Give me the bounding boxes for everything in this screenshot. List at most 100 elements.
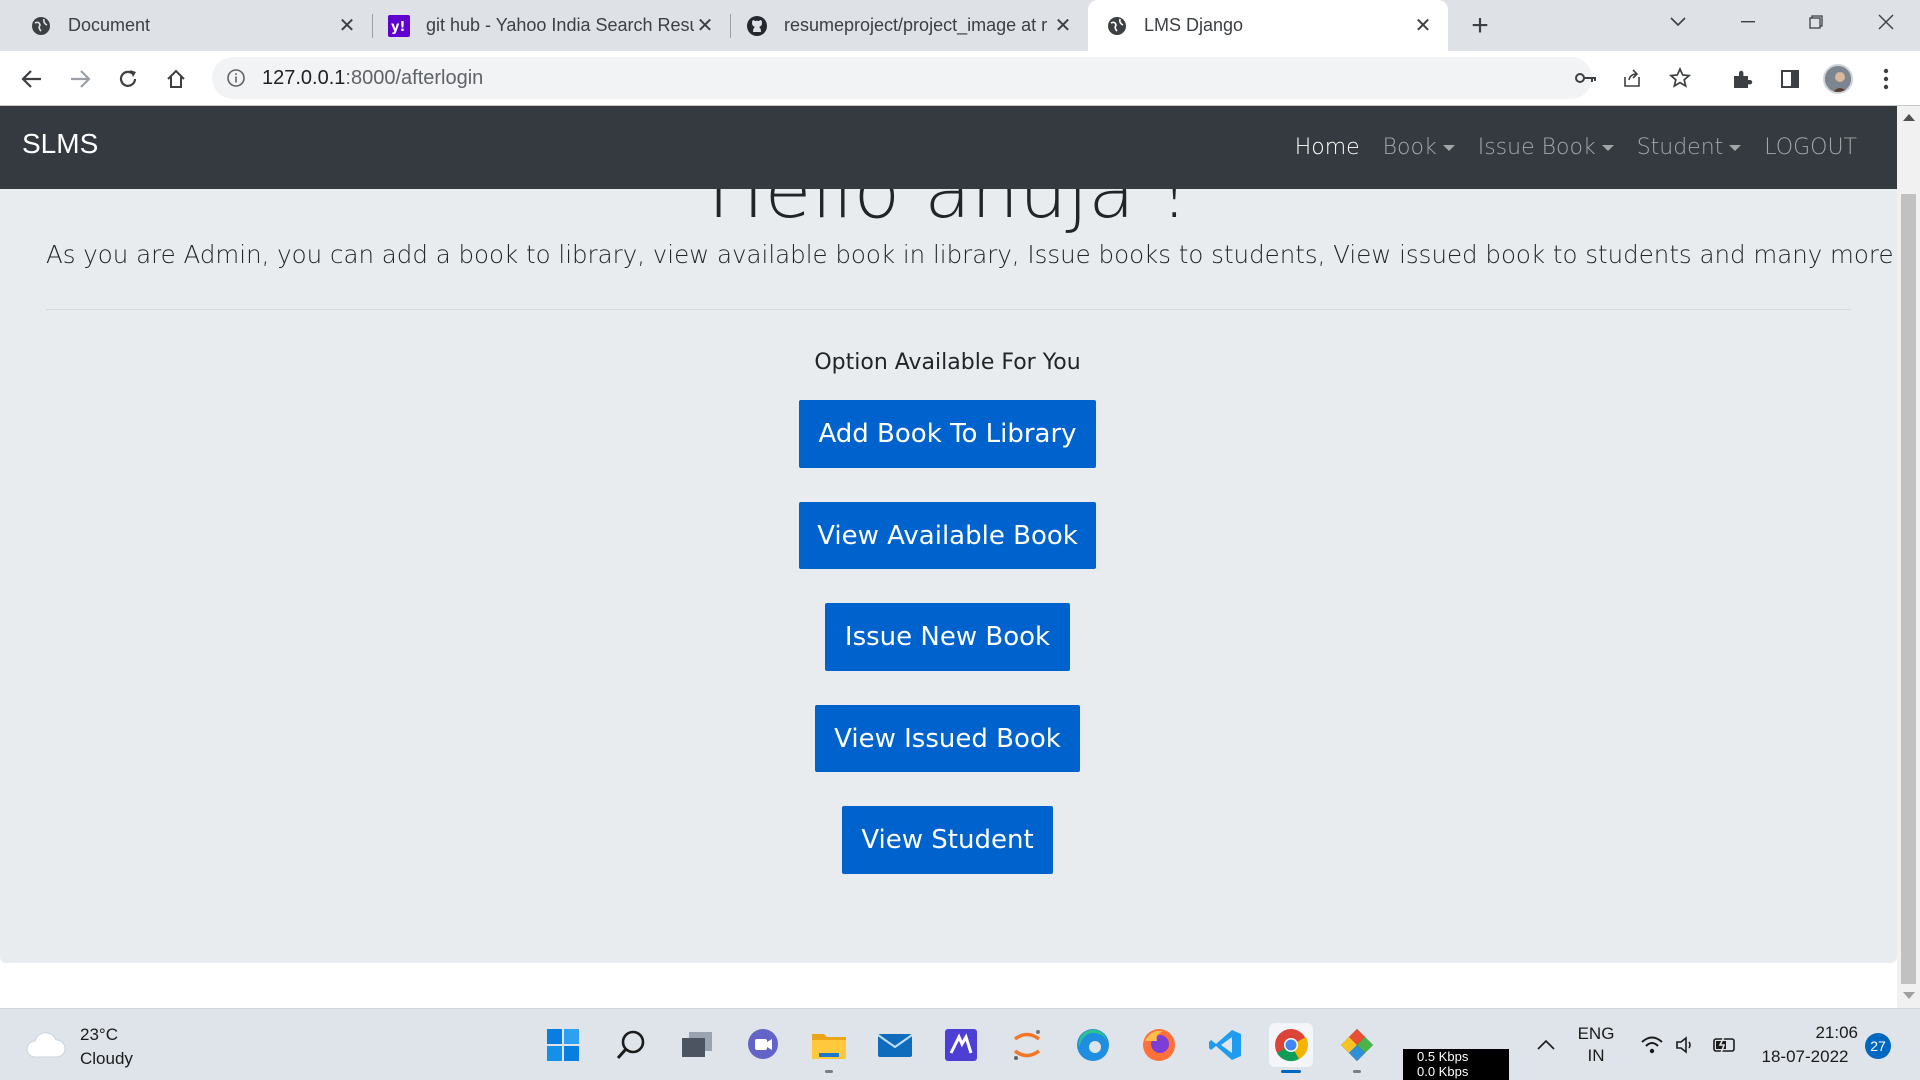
globe-icon — [30, 15, 52, 37]
nav-student-dropdown[interactable]: Student — [1637, 135, 1742, 160]
clock[interactable]: 21:06 18-07-2022 — [1752, 1009, 1858, 1080]
running-indicator — [825, 1070, 833, 1073]
nav-book-label: Book — [1382, 135, 1437, 160]
net-upload-speed: 0.5 Kbps — [1417, 1049, 1469, 1064]
scroll-up-arrow-icon[interactable] — [1903, 114, 1915, 121]
language-indicator[interactable]: ENG IN — [1568, 1009, 1624, 1080]
browser-toolbar: 127.0.0.1:8000/afterlogin — [0, 51, 1920, 106]
ide-icon[interactable] — [939, 1023, 983, 1067]
key-icon[interactable] — [1570, 62, 1602, 94]
jupyter-icon[interactable] — [1005, 1023, 1049, 1067]
scrollbar-thumb[interactable] — [1901, 194, 1916, 984]
file-explorer-icon[interactable] — [807, 1023, 851, 1073]
caret-down-icon — [1442, 144, 1455, 151]
nav-student-label: Student — [1636, 135, 1724, 160]
reload-button[interactable] — [112, 63, 144, 95]
tab-github[interactable]: resumeproject/project_image at r ✕ — [730, 0, 1088, 51]
brand-logo[interactable]: SLMS — [22, 128, 98, 160]
nav-home-link[interactable]: Home — [1295, 135, 1360, 160]
nav-issue-book-dropdown[interactable]: Issue Book — [1478, 135, 1614, 160]
chrome-menu-icon[interactable] — [1870, 63, 1902, 95]
nav-issue-book-label: Issue Book — [1477, 135, 1596, 160]
start-button[interactable] — [541, 1023, 585, 1067]
view-student-button[interactable]: View Student — [842, 806, 1053, 874]
extensions-icon[interactable] — [1726, 63, 1758, 95]
tab-title: LMS Django — [1144, 15, 1244, 35]
close-icon[interactable]: ✕ — [1052, 15, 1074, 37]
search-icon[interactable] — [609, 1023, 653, 1067]
scroll-down-arrow-icon[interactable] — [1903, 992, 1915, 999]
weather-temperature: 23°C — [80, 1025, 118, 1044]
app-navbar: SLMS Home Book Issue Book Student LOGOUT — [0, 106, 1897, 189]
options-label: Option Available For You — [814, 350, 1081, 375]
git-icon[interactable] — [1335, 1023, 1379, 1073]
globe-icon — [1106, 15, 1128, 37]
wifi-icon[interactable] — [1636, 1009, 1668, 1080]
mail-icon[interactable] — [873, 1023, 917, 1067]
clock-time: 21:06 — [1815, 1023, 1858, 1042]
tab-document[interactable]: Document ✕ — [0, 0, 372, 51]
jumbotron: Hello anuja ! As you are Admin, you can … — [0, 106, 1897, 963]
battery-icon[interactable] — [1706, 1009, 1742, 1080]
bookmark-star-icon[interactable] — [1664, 62, 1696, 94]
language-code: ENG — [1577, 1024, 1615, 1043]
forward-button[interactable] — [64, 63, 96, 95]
running-indicator — [1353, 1070, 1361, 1073]
view-available-book-button[interactable]: View Available Book — [799, 502, 1096, 569]
network-speed-monitor: 0.5 Kbps 0.0 Kbps — [1403, 1049, 1509, 1080]
divider — [46, 309, 1851, 310]
cloud-icon — [26, 1031, 66, 1064]
caret-down-icon — [1729, 144, 1742, 151]
weather-description: Cloudy — [80, 1049, 133, 1068]
nav-links: Home Book Issue Book Student LOGOUT — [1272, 106, 1857, 189]
close-icon[interactable]: ✕ — [1412, 15, 1434, 37]
share-icon[interactable] — [1616, 62, 1648, 94]
new-tab-button[interactable]: + — [1464, 9, 1496, 42]
site-info-icon[interactable] — [226, 68, 246, 88]
admin-info-text: As you are Admin, you can add a book to … — [46, 240, 1897, 269]
page-scrollbar[interactable] — [1897, 106, 1920, 1008]
page-viewport: Hello anuja ! As you are Admin, you can … — [0, 106, 1897, 1008]
profile-avatar[interactable] — [1822, 63, 1854, 95]
windows-taskbar: 23°C Cloudy 0.5 Kbps 0.0 Kbps ENG IN 21:… — [0, 1008, 1920, 1080]
notification-badge[interactable]: 27 — [1865, 1033, 1891, 1059]
volume-icon[interactable] — [1670, 1009, 1702, 1080]
side-panel-icon[interactable] — [1774, 63, 1806, 95]
tab-title: resumeproject/project_image at r — [784, 15, 1048, 35]
url-path: :8000/afterlogin — [345, 66, 484, 89]
url-host: 127.0.0.1 — [262, 66, 346, 89]
tab-lms-django[interactable]: LMS Django ✕ — [1088, 0, 1448, 51]
show-hidden-icons-button[interactable] — [1530, 1009, 1562, 1080]
task-view-icon[interactable] — [675, 1023, 719, 1067]
restore-button[interactable] — [1782, 0, 1850, 44]
caret-down-icon — [1601, 144, 1614, 151]
minimize-button[interactable] — [1714, 0, 1782, 44]
firefox-icon[interactable] — [1137, 1023, 1181, 1067]
vscode-icon[interactable] — [1203, 1023, 1247, 1067]
chrome-icon[interactable] — [1269, 1023, 1313, 1073]
issue-new-book-button[interactable]: Issue New Book — [825, 603, 1070, 671]
svg-text:y!: y! — [391, 20, 405, 35]
nav-book-dropdown[interactable]: Book — [1383, 135, 1455, 160]
nav-logout-link[interactable]: LOGOUT — [1764, 135, 1857, 160]
add-book-button[interactable]: Add Book To Library — [799, 400, 1096, 468]
net-download-speed: 0.0 Kbps — [1417, 1064, 1469, 1079]
tab-search-button[interactable] — [1644, 0, 1712, 44]
view-issued-book-button[interactable]: View Issued Book — [815, 705, 1080, 772]
weather-widget[interactable]: 23°C Cloudy — [26, 1023, 133, 1071]
tab-title: Document — [68, 15, 151, 35]
close-icon[interactable]: ✕ — [336, 15, 358, 37]
close-window-button[interactable] — [1852, 0, 1920, 44]
browser-tabstrip: Document ✕ y! git hub - Yahoo India Sear… — [0, 0, 1920, 51]
tab-title: git hub - Yahoo India Search Resu — [426, 15, 694, 35]
home-button[interactable] — [160, 63, 192, 95]
tab-yahoo[interactable]: y! git hub - Yahoo India Search Resu ✕ — [372, 0, 730, 51]
edge-browser-icon[interactable] — [1071, 1023, 1115, 1067]
yahoo-icon: y! — [388, 14, 410, 37]
region-code: IN — [1587, 1046, 1605, 1065]
address-bar[interactable]: 127.0.0.1:8000/afterlogin — [212, 57, 1691, 99]
back-button[interactable] — [16, 63, 48, 95]
url-text: 127.0.0.1:8000/afterlogin — [262, 67, 483, 90]
teams-chat-icon[interactable] — [741, 1023, 785, 1067]
close-icon[interactable]: ✕ — [694, 15, 716, 37]
